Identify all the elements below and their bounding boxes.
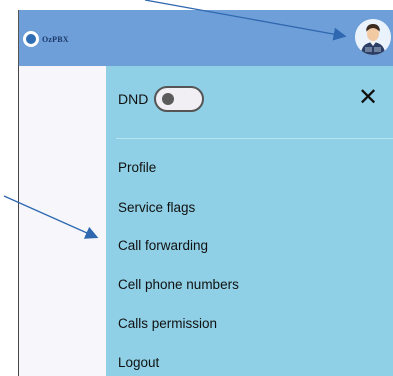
- user-avatar-icon: [355, 19, 391, 55]
- menu-item-logout[interactable]: Logout: [118, 353, 159, 373]
- dnd-toggle[interactable]: [154, 86, 205, 112]
- page-background-strip: [18, 66, 107, 376]
- dnd-row: DND: [118, 84, 205, 114]
- logo-icon: [23, 31, 39, 47]
- menu-item-call-forwarding[interactable]: Call forwarding: [118, 236, 208, 256]
- menu-item-calls-permission[interactable]: Calls permission: [118, 314, 217, 334]
- menu-item-cell-phone-numbers[interactable]: Cell phone numbers: [118, 275, 239, 295]
- app-logo[interactable]: OzPBX: [23, 28, 69, 50]
- dnd-toggle-knob: [162, 93, 175, 105]
- menu-item-profile[interactable]: Profile: [118, 158, 156, 178]
- close-icon: ✕: [357, 84, 379, 111]
- menu-item-service-flags[interactable]: Service flags: [118, 198, 195, 218]
- menu-divider: [116, 138, 393, 139]
- logo-text: OzPBX: [42, 34, 69, 44]
- close-button[interactable]: ✕: [356, 86, 380, 110]
- app-frame: OzPBX DND ✕ Profile Service flags Call f…: [0, 0, 393, 376]
- top-header-bar: OzPBX: [18, 10, 393, 66]
- user-menu-panel: DND ✕ Profile Service flags Call forward…: [106, 66, 393, 376]
- user-avatar-button[interactable]: [355, 19, 391, 55]
- dnd-label: DND: [118, 91, 149, 107]
